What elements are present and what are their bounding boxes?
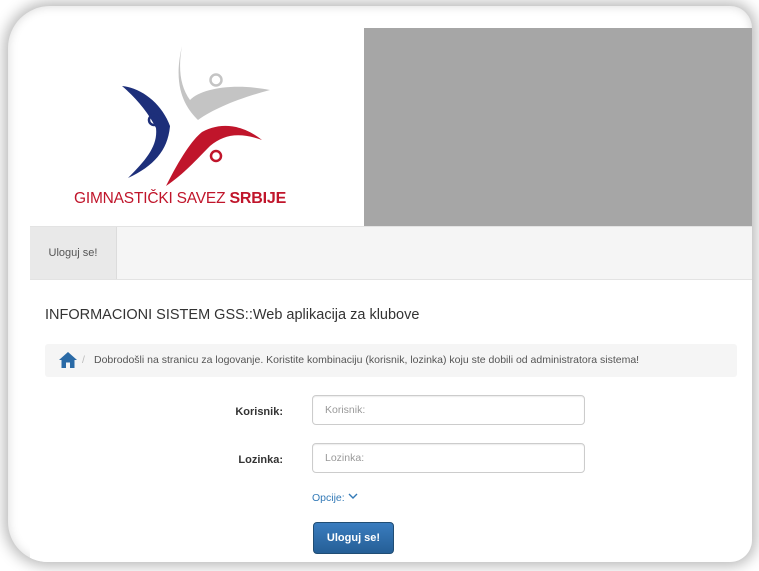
login-button[interactable]: Uloguj se! [313, 522, 394, 554]
breadcrumb-separator: / [82, 354, 85, 366]
username-label: Korisnik: [235, 406, 283, 418]
nav-item-login[interactable]: Uloguj se! [30, 227, 117, 279]
password-label: Lozinka: [238, 454, 283, 466]
header-banner [364, 28, 752, 226]
header: GIMNASTIČKI SAVEZ SRBIJE [30, 28, 752, 226]
logo-text: GIMNASTIČKI SAVEZ SRBIJE [74, 190, 286, 208]
username-input[interactable] [312, 395, 585, 425]
options-label: Opcije: [312, 492, 345, 504]
chevron-down-icon [348, 492, 358, 504]
logo-text-part2: SRBIJE [229, 190, 287, 207]
screenshot-frame: GIMNASTIČKI SAVEZ SRBIJE Uloguj se! INFO… [0, 0, 759, 571]
logo-text-part1: GIMNASTIČKI SAVEZ [74, 190, 226, 207]
logo-figure [122, 46, 270, 186]
password-input[interactable] [312, 443, 585, 473]
options-toggle[interactable]: Opcije: [312, 492, 358, 504]
home-icon[interactable] [59, 352, 77, 368]
page-title: INFORMACIONI SISTEM GSS::Web aplikacija … [45, 307, 420, 323]
page-container: GIMNASTIČKI SAVEZ SRBIJE Uloguj se! INFO… [8, 6, 752, 562]
navbar: Uloguj se! [30, 226, 752, 280]
logo: GIMNASTIČKI SAVEZ SRBIJE [30, 28, 364, 226]
page-content: GIMNASTIČKI SAVEZ SRBIJE Uloguj se! INFO… [30, 28, 752, 562]
breadcrumb: / Dobrodošli na stranicu za logovanje. K… [45, 344, 737, 377]
welcome-message: Dobrodošli na stranicu za logovanje. Kor… [94, 354, 640, 366]
